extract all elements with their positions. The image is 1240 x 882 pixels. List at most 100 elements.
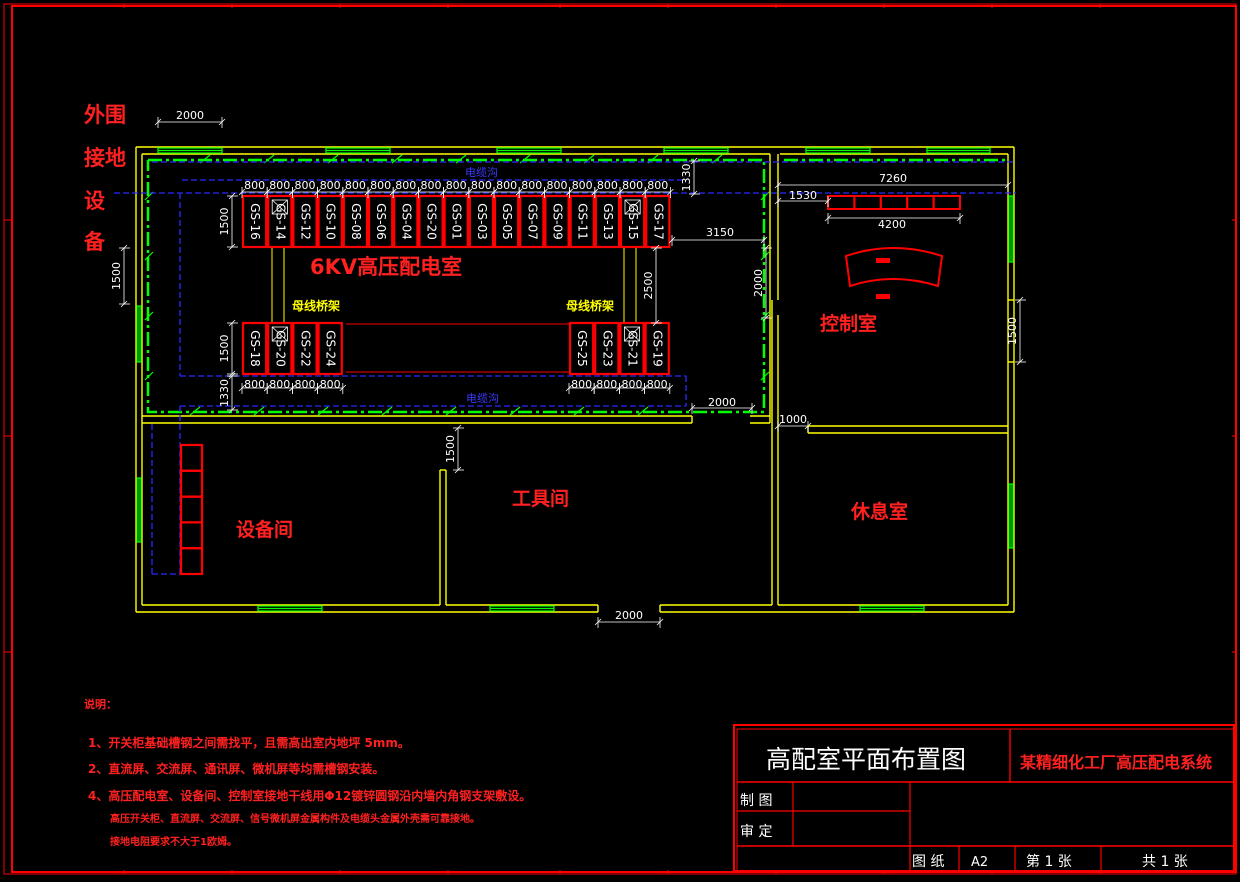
switchgear-cabinet-bottom-left: GS-22 <box>292 321 318 376</box>
switchgear-cabinet-bottom-left: GS-20 <box>267 321 293 376</box>
switchgear-cabinet-top: GS-09 <box>544 194 570 249</box>
tool-room-label: 工具间 <box>512 488 569 510</box>
dimension-value: 1330 <box>680 164 693 192</box>
trench-label-top: 电缆沟 <box>465 166 498 179</box>
dimension-value: 800 <box>269 378 290 391</box>
dimension-value: 7260 <box>879 172 907 185</box>
dimension-horizontal: 800 <box>314 378 347 394</box>
switchgear-cabinet-top: GS-04 <box>393 194 419 249</box>
trench-label-bottom: 电缆沟 <box>466 392 499 405</box>
switchgear-cabinet-top: GS-11 <box>569 194 595 249</box>
dimension-vertical: 1500 <box>218 192 238 251</box>
dimension-horizontal: 1000 <box>774 413 812 432</box>
cabinet-label: GS-12 <box>299 203 313 240</box>
dimension-value: 800 <box>345 179 366 192</box>
dimension-vertical: 1330 <box>218 372 238 414</box>
switchgear-cabinet-bottom-right: GS-21 <box>619 321 645 376</box>
dimension-horizontal: 4200 <box>824 213 964 231</box>
notes-block: 说明： 1、开关柜基础槽钢之间需找平，且需高出室内地坪 5mm。 2、直流屏、交… <box>84 697 531 848</box>
control-panel <box>853 195 882 210</box>
note-1: 1、开关柜基础槽钢之间需找平，且需高出室内地坪 5mm。 <box>88 735 410 750</box>
sheet-number: 第 1 张 <box>1026 853 1072 870</box>
cabinet-label: GS-19 <box>651 330 665 367</box>
dimension-value: 800 <box>496 179 517 192</box>
cad-drawing-canvas: GS-16 GS-14 GS-12 GS-10 GS-08 GS-06 GS-04 GS-20… <box>0 0 1240 878</box>
switchgear-cabinets: GS-16 GS-14 GS-12 GS-10 GS-08 GS-06 GS-04 GS-20… <box>241 194 671 376</box>
dimension-value: 800 <box>571 378 592 391</box>
dimension-value: 2500 <box>642 272 655 300</box>
equipment-panel <box>179 547 204 576</box>
dimension-value: 800 <box>597 179 618 192</box>
equipment-room-label: 设备间 <box>236 518 293 541</box>
dimension-value: 800 <box>295 179 316 192</box>
switchgear-cabinet-top: GS-06 <box>367 194 394 249</box>
cabinet-label: GS-03 <box>475 203 489 240</box>
note-4: 4、高压配电室、设备间、控制室接地干线用Φ12镀锌圆钢沿内墙内角钢支架敷设。 <box>88 788 531 803</box>
dimension-value: 800 <box>596 378 617 391</box>
dimension-horizontal: 800 <box>565 378 598 394</box>
cabinet-label: GS-24 <box>324 330 338 367</box>
cabinet-label: GS-14 <box>273 203 287 240</box>
dimension-vertical: 1330 <box>680 157 700 198</box>
dimension-value: 800 <box>471 179 492 192</box>
equipment-panel <box>179 443 204 472</box>
dimension-value: 1500 <box>110 262 123 290</box>
note-2: 2、直流屏、交流屏、通讯屏、微机屏等均需槽钢安装。 <box>88 761 384 776</box>
switchgear-cabinet-top: GS-10 <box>317 194 343 249</box>
equipment-panel <box>179 495 204 524</box>
dimension-value: 1330 <box>218 379 231 407</box>
cabinet-label: GS-09 <box>551 203 565 240</box>
switchgear-cabinet-bottom-right: GS-23 <box>594 321 620 376</box>
dimension-value: 800 <box>320 179 341 192</box>
cabinet-label: GS-13 <box>601 203 615 240</box>
ground-label-line-2: 接地 <box>84 146 126 170</box>
dimension-value: 800 <box>547 179 568 192</box>
dimension-vertical: 1500 <box>110 244 130 308</box>
dimension-value: 2000 <box>752 269 765 297</box>
dimension-horizontal: 800 <box>289 378 321 394</box>
rest-room-label: 休息室 <box>850 500 908 523</box>
dimension-value: 1500 <box>218 335 231 363</box>
switchgear-cabinet-top: GS-03 <box>468 194 495 249</box>
busbar-label-right: 母线桥架 <box>566 298 614 313</box>
dimension-value: 800 <box>269 179 290 192</box>
dimension-lines: 800 800 800 800 800 800 800 800 800 800 800 800 800 8… <box>110 109 1026 628</box>
dimension-value: 1000 <box>779 413 807 426</box>
switchgear-cabinet-top: GS-01 <box>443 194 469 249</box>
drawn-by-label: 制 图 <box>740 793 772 809</box>
floor-plan-svg: GS-16 GS-14 GS-12 GS-10 GS-08 GS-06 GS-04 GS-20… <box>3 3 1237 875</box>
switchgear-cabinet-top: GS-08 <box>342 194 369 249</box>
dimension-vertical: 2500 <box>642 244 662 327</box>
project-name: 某精细化工厂高压配电系统 <box>1019 753 1212 772</box>
dimension-horizontal: 800 <box>263 378 296 394</box>
switchgear-cabinet-top: GS-12 <box>292 194 318 249</box>
dimension-value: 3150 <box>706 226 734 239</box>
ground-label: 外围 接地 设 备 <box>83 103 126 254</box>
dimension-value: 800 <box>446 179 467 192</box>
dimension-value: 800 <box>244 378 265 391</box>
dimension-horizontal: 800 <box>238 378 271 394</box>
notes-title: 说明： <box>84 697 117 711</box>
cabinet-label: GS-04 <box>399 203 413 240</box>
switchgear-cabinet-top: GS-20 <box>418 194 444 249</box>
cabinet-label: GS-18 <box>248 330 262 367</box>
cabinet-label: GS-05 <box>500 203 514 240</box>
cabinet-label: GS-25 <box>575 330 589 367</box>
cabinet-label: GS-16 <box>248 203 262 240</box>
cabinet-label: GS-20 <box>425 203 439 240</box>
hv-room-label: 6KV高压配电室 <box>310 255 462 279</box>
console-chair <box>876 294 890 299</box>
switchgear-cabinet-top: GS-17 <box>645 194 671 249</box>
cabinet-label: GS-20 <box>273 330 287 367</box>
control-panel <box>827 195 856 210</box>
ground-loop-hv <box>146 158 766 414</box>
dimension-horizontal: 2000 <box>594 609 664 628</box>
dimension-value: 1500 <box>218 208 231 236</box>
switchgear-cabinet-top: GS-15 <box>619 194 646 249</box>
dimension-value: 800 <box>647 378 668 391</box>
switchgear-cabinet-top: GS-07 <box>519 194 545 249</box>
dimension-horizontal: 800 <box>616 378 648 394</box>
ground-label-line-3: 设 <box>84 189 105 213</box>
cabinet-label: GS-08 <box>349 203 363 240</box>
ground-label-line-1: 外围 <box>84 103 126 127</box>
